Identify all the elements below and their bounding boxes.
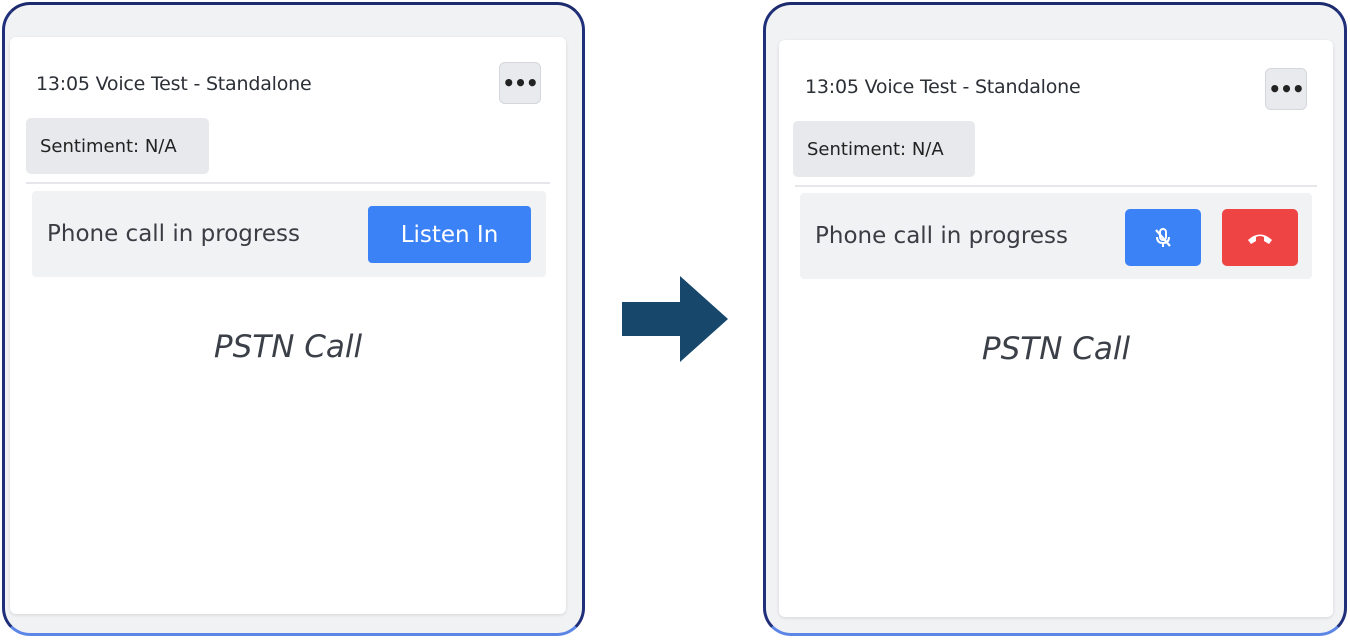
comparison-stage: 13:05 Voice Test - Standalone ••• Sentim… [0, 0, 1350, 642]
call-card: 13:05 Voice Test - Standalone ••• Sentim… [10, 37, 566, 614]
card-title: 13:05 Voice Test - Standalone [36, 73, 312, 95]
sentiment-badge: Sentiment: N/A [26, 118, 209, 174]
call-status-row: Phone call in progress Listen In [32, 191, 546, 277]
more-options-button[interactable]: ••• [499, 62, 541, 104]
after-panel: 13:05 Voice Test - Standalone ••• Sentim… [763, 2, 1347, 636]
right-arrow-icon [622, 276, 728, 362]
divider [26, 182, 550, 184]
call-status-text: Phone call in progress [815, 223, 1068, 249]
call-status-row: Phone call in progress [800, 193, 1312, 279]
before-panel: 13:05 Voice Test - Standalone ••• Sentim… [2, 2, 585, 636]
divider [795, 185, 1317, 187]
phone-hangup-icon [1248, 234, 1272, 244]
listen-in-button[interactable]: Listen In [368, 206, 531, 263]
card-title: 13:05 Voice Test - Standalone [805, 76, 1081, 98]
call-type-label: PSTN Call [981, 331, 1131, 367]
microphone-off-icon [1155, 227, 1171, 247]
call-type-label: PSTN Call [213, 329, 363, 365]
call-card: 13:05 Voice Test - Standalone ••• Sentim… [779, 40, 1333, 617]
call-status-text: Phone call in progress [47, 221, 300, 247]
more-options-button[interactable]: ••• [1265, 68, 1307, 110]
mute-button[interactable] [1125, 209, 1201, 266]
sentiment-badge: Sentiment: N/A [793, 121, 975, 177]
hangup-button[interactable] [1222, 209, 1298, 266]
